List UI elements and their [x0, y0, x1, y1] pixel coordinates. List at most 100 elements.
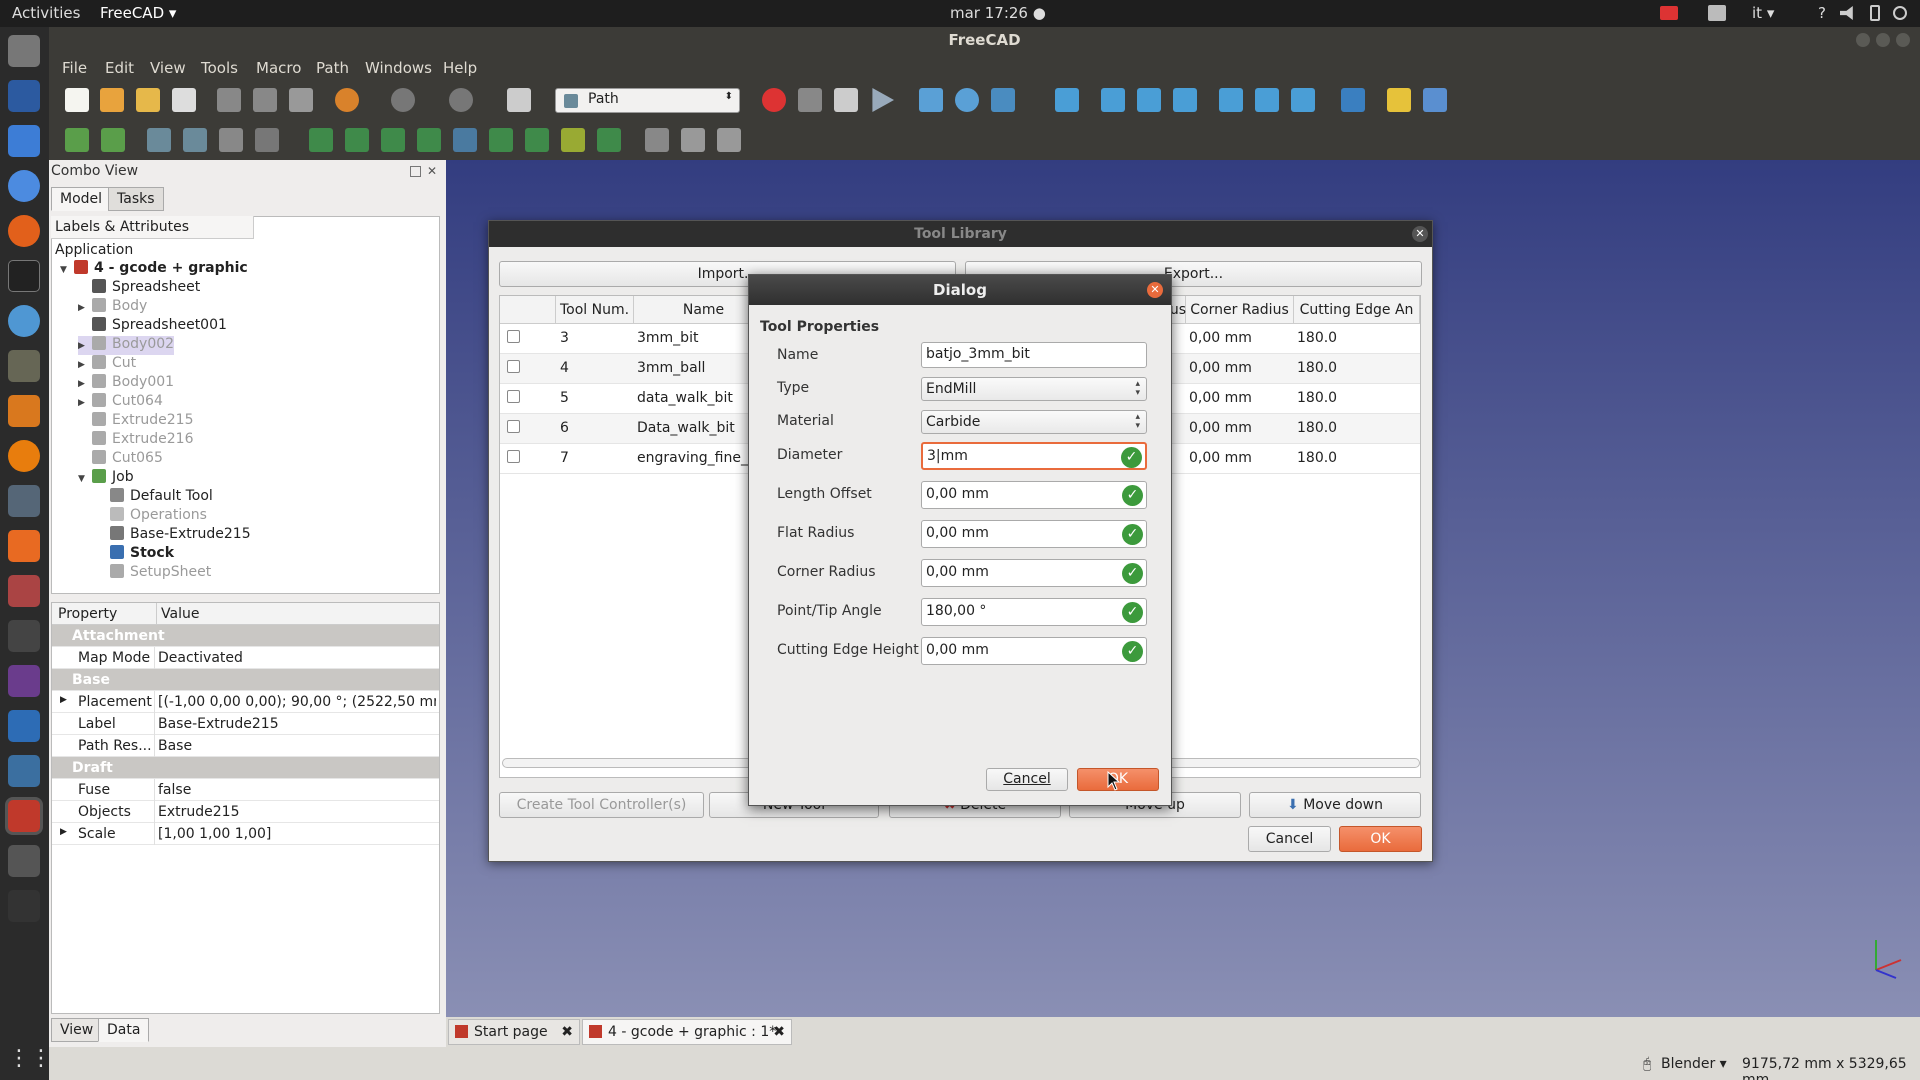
view-isometric-icon[interactable]: [1055, 88, 1079, 112]
property-value[interactable]: Base-Extrude215: [158, 716, 436, 732]
tree-item[interactable]: ▶ Body: [78, 298, 147, 317]
expand-arrow-icon[interactable]: ▶: [78, 341, 92, 351]
drilling-icon[interactable]: [453, 128, 477, 152]
remote-icon[interactable]: [8, 710, 40, 742]
tab-data[interactable]: Data: [98, 1018, 150, 1042]
view-rear-icon[interactable]: [1219, 88, 1243, 112]
tree-item[interactable]: ▶ Cut064: [78, 393, 163, 412]
menu-tools[interactable]: Tools: [201, 59, 238, 77]
tool-library-icon[interactable]: [183, 128, 207, 152]
row-checkbox[interactable]: [507, 330, 520, 343]
adaptive-icon[interactable]: [525, 128, 549, 152]
property-row[interactable]: Fuse false: [52, 779, 439, 801]
measure-icon[interactable]: [1341, 88, 1365, 112]
row-checkbox[interactable]: [507, 360, 520, 373]
draw-style-icon[interactable]: [991, 88, 1015, 112]
name-field[interactable]: batjo_3mm_bit: [921, 342, 1147, 368]
save-icon[interactable]: [136, 88, 160, 112]
minimize-icon[interactable]: [1856, 33, 1870, 47]
scanner-icon[interactable]: [8, 485, 40, 517]
tree-item[interactable]: ▼ Job: [78, 469, 134, 488]
create-tool-controller-button[interactable]: Create Tool Controller(s): [499, 792, 704, 818]
thunderbird-icon[interactable]: [8, 305, 40, 337]
view-top-icon[interactable]: [1137, 88, 1161, 112]
fit-selection-icon[interactable]: [955, 88, 979, 112]
corner-radius-field[interactable]: 0,00 mm ✓: [921, 559, 1147, 587]
inspect-icon[interactable]: [219, 128, 243, 152]
redo-icon[interactable]: [391, 88, 415, 112]
video-editor-icon[interactable]: [8, 890, 40, 922]
tree-item[interactable]: ▼ 4 - gcode + graphic: [60, 260, 248, 279]
macro-edit-icon[interactable]: [834, 88, 858, 112]
tree-item[interactable]: Extrude215: [78, 412, 193, 431]
material-select[interactable]: Carbide ▴ ▾: [921, 410, 1147, 434]
sanity-icon[interactable]: [255, 128, 279, 152]
power-icon[interactable]: [1893, 6, 1907, 20]
menu-macro[interactable]: Macro: [256, 59, 301, 77]
tree-item[interactable]: ▶ Body001: [78, 374, 174, 393]
tree-item[interactable]: Cut065: [78, 450, 163, 469]
post-process-icon[interactable]: [101, 128, 125, 152]
part-icon[interactable]: [1387, 88, 1411, 112]
camera-icon[interactable]: [8, 620, 40, 652]
show-apps-icon[interactable]: ⋮⋮: [8, 1043, 52, 1075]
writer-icon[interactable]: [8, 125, 40, 157]
tab-tasks[interactable]: Tasks: [108, 187, 164, 211]
view-left-icon[interactable]: [1291, 88, 1315, 112]
copy-icon[interactable]: [253, 88, 277, 112]
files-icon[interactable]: [8, 35, 40, 67]
tree-item[interactable]: Operations: [96, 507, 207, 526]
tab-model[interactable]: Model: [51, 187, 112, 211]
close-tab-icon[interactable]: ✖: [773, 1024, 785, 1040]
chromium-icon[interactable]: [8, 170, 40, 202]
slicer-icon[interactable]: [8, 395, 40, 427]
blender-icon[interactable]: [8, 440, 40, 472]
tool-library-close-icon[interactable]: ✕: [1412, 226, 1428, 242]
expand-arrow-icon[interactable]: ▶: [78, 360, 92, 370]
property-value[interactable]: Extrude215: [158, 804, 436, 820]
menu-help[interactable]: Help: [443, 59, 477, 77]
view-right-icon[interactable]: [1173, 88, 1197, 112]
undo-icon[interactable]: [335, 88, 359, 112]
expand-arrow-icon[interactable]: ▼: [78, 474, 92, 484]
length-offset-field[interactable]: 0,00 mm ✓: [921, 481, 1147, 509]
flat-radius-field[interactable]: 0,00 mm ✓: [921, 520, 1147, 548]
tab-document[interactable]: 4 - gcode + graphic : 1* ✖: [582, 1019, 792, 1045]
tree-item[interactable]: Base-Extrude215: [96, 526, 251, 545]
group-icon[interactable]: [1423, 88, 1447, 112]
property-value[interactable]: Base: [158, 738, 436, 754]
deburr-icon[interactable]: [597, 128, 621, 152]
tree-item[interactable]: Stock: [96, 545, 174, 564]
property-row[interactable]: Label Base-Extrude215: [52, 713, 439, 735]
job-icon[interactable]: [65, 128, 89, 152]
col-tool-num[interactable]: Tool Num.: [556, 296, 634, 324]
expand-arrow-icon[interactable]: ▶: [60, 695, 67, 705]
diameter-field[interactable]: 3|mm ✓: [921, 442, 1147, 470]
help-icon[interactable]: ?: [1818, 4, 1826, 22]
property-row[interactable]: Scale [1,00 1,00 1,00] ▶: [52, 823, 439, 845]
gimp-icon[interactable]: [8, 350, 40, 382]
open-icon[interactable]: [100, 88, 124, 112]
close-panel-icon[interactable]: ✕: [427, 164, 437, 178]
expand-arrow-icon[interactable]: ▶: [78, 379, 92, 389]
dialog-close-icon[interactable]: ✕: [1147, 282, 1163, 298]
maximize-icon[interactable]: [1876, 33, 1890, 47]
expand-arrow-icon[interactable]: ▶: [78, 303, 92, 313]
freecad-icon[interactable]: [8, 800, 40, 832]
col-cutting-edge[interactable]: Cutting Edge An: [1294, 296, 1420, 324]
activities-button[interactable]: Activities: [12, 4, 80, 22]
pocket-icon[interactable]: [381, 128, 405, 152]
tree-item[interactable]: Default Tool: [96, 488, 213, 507]
tree-item[interactable]: Extrude216: [78, 431, 193, 450]
property-row[interactable]: Placement [(-1,00 0,00 0,00); 90,00 °; (2…: [52, 691, 439, 713]
close-tab-icon[interactable]: ✖: [561, 1024, 573, 1040]
library-ok-button[interactable]: OK: [1339, 826, 1422, 852]
refresh-icon[interactable]: [449, 88, 473, 112]
helix-icon[interactable]: [489, 128, 513, 152]
clock[interactable]: mar 17:26 ●: [950, 4, 1046, 22]
property-row[interactable]: Path Res... Base: [52, 735, 439, 757]
app-menu[interactable]: FreeCAD ▾: [100, 4, 176, 22]
close-window-icon[interactable]: [1896, 33, 1910, 47]
engrave-icon[interactable]: [561, 128, 585, 152]
paste-icon[interactable]: [289, 88, 313, 112]
